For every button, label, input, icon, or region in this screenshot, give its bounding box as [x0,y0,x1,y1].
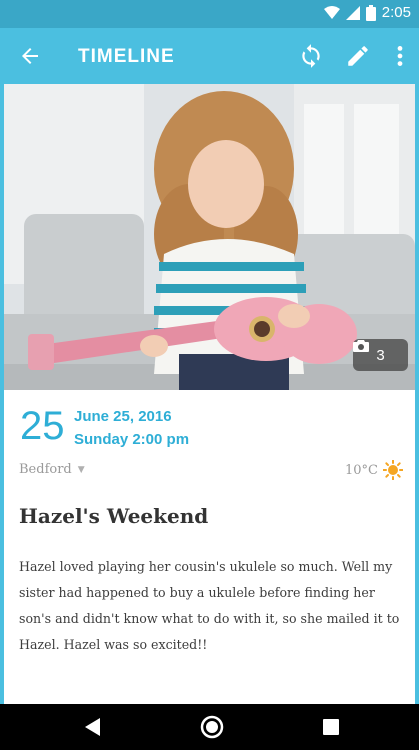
signal-icon [345,5,360,20]
camera-icon [353,340,369,352]
status-icons: 2:05 [323,4,411,21]
photo-count: 3 [376,346,385,364]
location-label: Bedford [19,462,72,477]
home-circle-icon[interactable] [200,715,224,739]
location-selector[interactable]: Bedford ▼ [19,462,85,477]
temperature: 10°C [345,462,378,478]
entry-title: Hazel's Weekend [19,504,209,528]
edit-pencil-icon[interactable] [345,43,371,69]
recent-square-icon[interactable] [323,719,339,735]
sun-icon [383,460,403,480]
entry-time: Sunday 2:00 pm [74,431,190,448]
system-nav-bar [0,704,419,750]
more-vert-icon[interactable] [390,43,410,69]
entry-content: 3 25 June 25, 2016 Sunday 2:00 pm Bedfor… [4,84,415,704]
page-title: TIMELINE [78,46,175,67]
app-bar: TIMELINE [0,28,419,84]
entry-day: 25 [20,404,65,448]
entry-date: June 25, 2016 [74,408,172,425]
wifi-icon [323,5,340,19]
app-frame: 2:05 TIMELINE 3 25 June 25, 2016 Sunday … [0,0,419,750]
status-bar: 2:05 [0,0,419,28]
battery-icon [365,4,376,21]
caret-down-icon: ▼ [77,464,85,475]
entry-body: Hazel loved playing her cousin's ukulele… [19,559,400,652]
photo-count-badge[interactable]: 3 [353,339,408,371]
entry-photo[interactable]: 3 [4,84,415,390]
status-time: 2:05 [381,4,411,21]
sync-icon[interactable] [298,43,324,69]
weather: 10°C [345,460,403,480]
back-arrow-icon[interactable] [18,44,42,68]
back-triangle-icon[interactable] [84,717,102,737]
